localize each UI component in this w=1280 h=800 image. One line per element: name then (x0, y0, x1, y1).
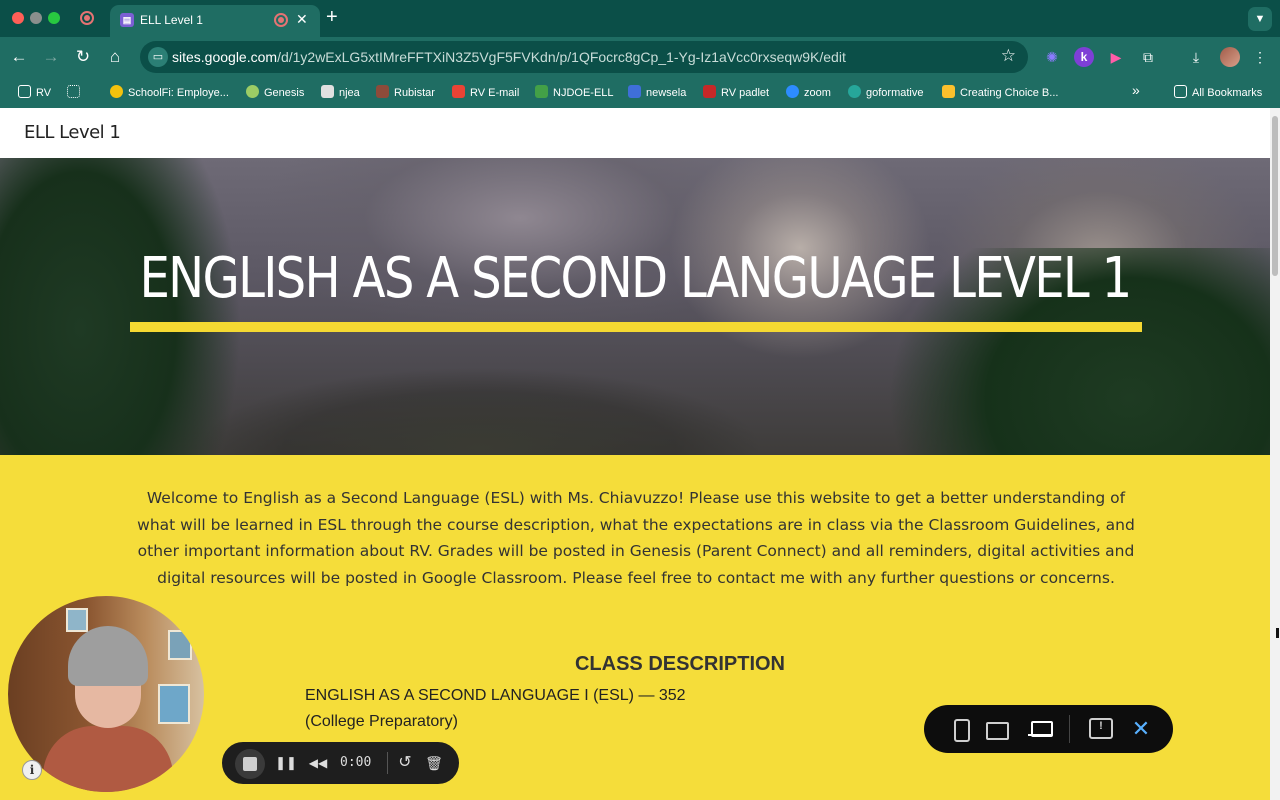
bookmark-schoolfi[interactable]: SchoolFi: Employe... (110, 85, 229, 99)
stop-recording-button[interactable] (235, 749, 265, 779)
bookmark-folder-rv[interactable]: RV (18, 85, 51, 99)
close-preview-icon[interactable]: ✕ (1129, 717, 1153, 741)
mouse-cursor (1276, 628, 1279, 638)
rewind-icon[interactable]: ◀◀ (306, 742, 330, 784)
bookmark-zoom[interactable]: zoom (786, 85, 831, 99)
browser-tab-strip: ▤ ELL Level 1 ✕ + ▼ (0, 0, 1280, 37)
divider (387, 752, 388, 774)
new-tab-button[interactable]: + (326, 6, 338, 28)
reload-icon[interactable]: ↻ (72, 46, 94, 68)
bookmark-njdoe-ell[interactable]: NJDOE-ELL (535, 85, 614, 99)
recording-indicator-icon[interactable] (80, 11, 94, 25)
schoolfi-icon (110, 85, 123, 98)
bookmark-apps[interactable] (67, 85, 85, 99)
tab-search-chevron-icon[interactable]: ▼ (1248, 7, 1272, 31)
feedback-icon[interactable] (1087, 717, 1113, 741)
browser-toolbar: ← → ↻ ⌂ ▭ sites.google.com/d/1y2wExLG5xt… (0, 37, 1280, 77)
info-icon[interactable]: i (22, 760, 42, 780)
newsela-icon (628, 85, 641, 98)
njdoe-icon (535, 85, 548, 98)
zoom-icon (786, 85, 799, 98)
presenter-video (43, 626, 173, 792)
genesis-icon (246, 85, 259, 98)
url-text[interactable]: sites.google.com/d/1y2wExLG5xtIMreFFTXiN… (172, 49, 846, 65)
bookmarks-overflow-icon[interactable]: » (1132, 82, 1140, 98)
bookmark-creating-choice[interactable]: Creating Choice B... (942, 85, 1058, 99)
scrollbar-thumb[interactable] (1272, 116, 1278, 276)
google-sites-favicon-icon: ▤ (120, 13, 134, 27)
tablet-preview-icon[interactable] (984, 717, 1009, 741)
bookmark-njea[interactable]: njea (321, 85, 360, 99)
slides-icon (942, 85, 955, 98)
laptop-preview-icon[interactable] (1028, 717, 1053, 741)
course-title-line: ENGLISH AS A SECOND LANGUAGE I (ESL) — 3… (305, 687, 686, 704)
goformative-icon (848, 85, 861, 98)
pause-icon[interactable]: ❚❚ (274, 742, 298, 784)
padlet-icon (703, 85, 716, 98)
bookmark-star-icon[interactable]: ☆ (1001, 46, 1016, 66)
back-icon[interactable]: ← (8, 46, 30, 68)
site-title[interactable]: ELL Level 1 (24, 122, 121, 143)
forward-icon[interactable]: → (40, 46, 62, 68)
tab-close-icon[interactable]: ✕ (296, 11, 308, 28)
bookmark-rv-padlet[interactable]: RV padlet (703, 85, 769, 99)
tab-title: ELL Level 1 (140, 13, 203, 27)
page-scrollbar[interactable] (1270, 108, 1280, 800)
bookmarks-bar: RV SchoolFi: Employe... Genesis njea Rub… (0, 77, 1280, 108)
window-minimize-button[interactable] (30, 12, 42, 24)
profile-avatar[interactable] (1220, 47, 1240, 67)
bookmark-goformative[interactable]: goformative (848, 85, 923, 99)
recording-timer: 0:00 (340, 755, 372, 770)
address-bar[interactable]: ▭ sites.google.com/d/1y2wExLG5xtIMreFFTX… (140, 41, 1028, 73)
home-icon[interactable]: ⌂ (104, 46, 126, 68)
extension-gear-icon[interactable]: ✺ (1042, 47, 1062, 67)
welcome-paragraph: Welcome to English as a Second Language … (137, 489, 1135, 587)
restart-icon[interactable]: ↺ (393, 742, 417, 784)
extension-k-icon[interactable]: k (1074, 47, 1094, 67)
menu-kebab-icon[interactable]: ⋮ (1250, 47, 1270, 67)
browser-tab-active[interactable]: ▤ ELL Level 1 ✕ (110, 5, 320, 37)
bookmark-genesis[interactable]: Genesis (246, 85, 304, 99)
bookmark-newsela[interactable]: newsela (628, 85, 686, 99)
bookmark-rv-email[interactable]: RV E-mail (452, 85, 519, 99)
all-bookmarks[interactable]: All Bookmarks (1174, 85, 1262, 99)
wall-picture (168, 630, 192, 660)
extension-screencast-icon[interactable]: ▶ (1106, 47, 1126, 67)
folder-icon (18, 85, 31, 98)
njea-icon (321, 85, 334, 98)
delete-icon[interactable]: 🗑 (422, 742, 446, 784)
hero-divider (130, 322, 1142, 332)
window-close-button[interactable] (12, 12, 24, 24)
device-preview-bar: ✕ (924, 705, 1173, 753)
recording-controls: ❚❚ ◀◀ 0:00 ↺ 🗑 (220, 740, 461, 786)
gmail-icon (452, 85, 465, 98)
hero-background-rocks (200, 358, 760, 455)
extensions-puzzle-icon[interactable]: ⧉ (1138, 47, 1158, 67)
rubistar-icon (376, 85, 389, 98)
window-zoom-button[interactable] (48, 12, 60, 24)
course-level-line: (College Preparatory) (305, 713, 458, 730)
hero-banner: ENGLISH AS A SECOND LANGUAGE LEVEL 1 (0, 158, 1270, 455)
folder-icon (1174, 85, 1187, 98)
bookmark-rubistar[interactable]: Rubistar (376, 85, 435, 99)
phone-preview-icon[interactable] (948, 717, 972, 742)
hero-title: ENGLISH AS A SECOND LANGUAGE LEVEL 1 (139, 246, 1132, 311)
site-info-icon[interactable]: ▭ (148, 47, 168, 67)
apps-grid-icon (67, 85, 80, 98)
divider (1069, 715, 1070, 743)
tab-recording-icon (274, 13, 288, 27)
site-header: ELL Level 1 (0, 108, 1270, 158)
download-icon[interactable]: ⤓ (1186, 47, 1206, 67)
